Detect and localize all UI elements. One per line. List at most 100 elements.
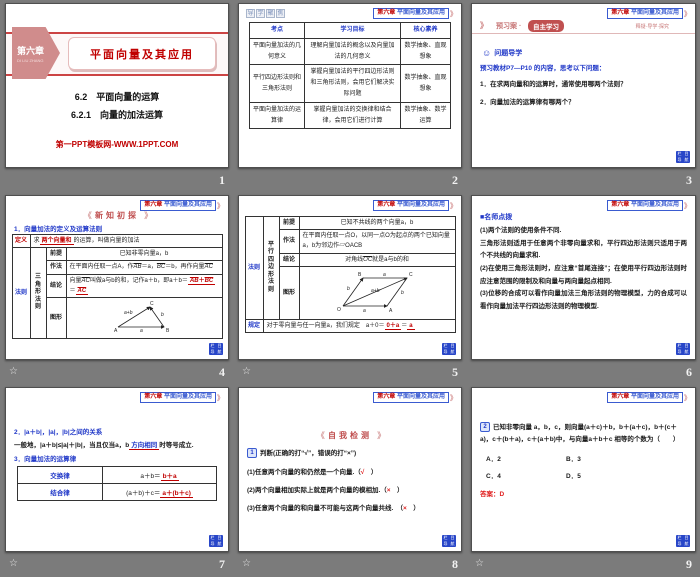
cell-footer: ☆ 6: [471, 360, 696, 384]
slide-thumbnail-3[interactable]: 第六章 平面向量及其应用 》 》 预习案 · 自主学习 释疑·导学·探究 ☺ 问…: [471, 3, 696, 168]
cell-footer: ☆ 8: [238, 552, 462, 576]
template-credit: 第一PPT模板网-WWW.1PPT.COM: [55, 140, 179, 149]
tips-line: (3)位移的合成可以看作向量加法三角形法则的物理模型，力的合成可以看作向量加法平…: [480, 290, 687, 311]
chapter-badge: 第六章 平面向量及其应用: [140, 200, 216, 211]
col-header: 核心素养: [399, 22, 452, 39]
tag-char: 焦: [276, 9, 285, 18]
cell: 平面向量加法的运算律: [248, 101, 306, 130]
col-header: 学习目标: [304, 22, 401, 39]
text: (2)两个向量相加实际上就是两个向量的模相加.（: [247, 487, 387, 495]
nav-char: 导: [210, 349, 215, 354]
vector: BC: [204, 277, 214, 284]
section-tagline: 释疑·导学·探究: [635, 24, 669, 30]
chapter-badge-chapter: 第六章: [377, 202, 396, 208]
text: 对角线: [345, 256, 364, 263]
cell: 已知不共线的两个向量a，b: [298, 215, 456, 231]
slide-thumbnail-1[interactable]: 第六章 DI LIU ZHANG 平面向量及其应用 6.2 平面向量的运算 6.…: [5, 3, 229, 168]
question-stem: 2 已知非零向量 a，b，c，则向量(a＋c)＋b，b＋(a＋c)，b＋(c＋a)…: [480, 422, 687, 447]
slide-number: 5: [452, 364, 458, 379]
rule-table: 法则 平行四边形法则 前提 已知不共线的两个向量a，b 作法 在平面内任取一点O…: [244, 215, 456, 334]
chapter-badge-title: 平面向量及其应用: [163, 202, 212, 208]
judge-item: (2)两个向量相加实际上就是两个向量的模相加.（× ）: [247, 484, 453, 494]
slide-thumbnail-5[interactable]: 第六章 平面向量及其应用 》 法则 平行四边形法则 前提 已知不共线的两个向量a…: [238, 195, 462, 360]
nav-char: 导: [677, 349, 682, 354]
tips-line: 三角形法则适用于任意两个非零向量求和，平行四边形法则只适用于两个不共线的向量求和…: [480, 239, 687, 260]
transition-star-icon: ☆: [242, 366, 251, 377]
edge-label: a: [383, 272, 386, 278]
judge-lead: 1 判断(正确的打“√”，错误的打“×”): [247, 447, 453, 459]
text: 已知非零向量 a，b，c，则向量(a＋c)＋b，b＋(a＋c)，b＋(c＋a)，…: [480, 424, 680, 444]
cell: 已知非零向量a，b: [65, 247, 223, 262]
cell: 掌握向量加法的交换律和结合律，会用它们进行计算: [304, 101, 401, 130]
nav-badge: 栏 目 导 航: [209, 343, 223, 355]
cell: 数学抽象、直观想象: [399, 64, 452, 103]
sorter-cell-3: 第六章 平面向量及其应用 》 》 预习案 · 自主学习 释疑·导学·探究 ☺ 问…: [466, 0, 700, 192]
slide-number: 2: [452, 172, 458, 187]
deco-chevron-right: 》: [144, 211, 152, 220]
chevron-icon: 》: [450, 395, 457, 402]
vector: OC: [363, 256, 373, 263]
section-header: 》 预习案 · 自主学习 释疑·导学·探究: [472, 18, 695, 34]
judge-item: (1)任意两个向量的和仍然是一个向量.（√ ）: [247, 466, 453, 476]
edge-label: b: [347, 286, 350, 292]
nav-char: 航: [450, 541, 455, 546]
chapter-badge-chapter: 第六章: [377, 10, 396, 16]
chevron-icon: 》: [450, 11, 457, 18]
vertex-label: O: [337, 307, 341, 313]
slide-thumbnail-9[interactable]: 第六章 平面向量及其应用 》 2 已知非零向量 a，b，c，则向量(a＋c)＋b，…: [471, 387, 696, 552]
slide-number: 9: [686, 556, 692, 571]
option-a: A．2: [486, 455, 501, 463]
nav-char: 航: [684, 541, 689, 546]
definition-table: 定义 求两个向量和 的运算，叫做向量的加法 法则 三角形法则 前提 已知非零向量a…: [11, 233, 223, 340]
slide-thumbnail-2[interactable]: 第六章 平面向量及其应用 》 导 学 聚 焦 考点 学习目标 核心素养 平面向量…: [238, 3, 462, 168]
cell-footer: ☆ 1: [5, 168, 229, 192]
chevron-icon: 》: [480, 21, 488, 30]
section-label: 预习案 ·: [496, 23, 522, 30]
transition-star-icon: ☆: [9, 558, 18, 569]
sub-label: 前提: [278, 215, 300, 231]
cell: 求两个向量和 的运算，叫做向量的加法: [29, 233, 223, 249]
answer-label: 答案：: [480, 490, 500, 498]
vector: AC: [81, 277, 90, 284]
preview-lead: 预习教材P7—P10 的内容，思考以下问题：: [480, 65, 606, 72]
section-badge: 《 新知初探 》: [6, 210, 228, 221]
cell-footer: ☆ 5: [238, 360, 462, 384]
topic-heading: 3．向量加法的运算律: [14, 456, 77, 463]
tag-char: 导: [246, 9, 255, 18]
slide-number: 4: [219, 364, 225, 379]
sorter-cell-6: 第六章 平面向量及其应用 》 ■名师点拨 (1)两个法则的使用条件不同. 三角形…: [466, 192, 700, 384]
nav-char: 航: [450, 349, 455, 354]
slide-thumbnail-6[interactable]: 第六章 平面向量及其应用 》 ■名师点拨 (1)两个法则的使用条件不同. 三角形…: [471, 195, 696, 360]
cell: 掌握向量加法的平行四边形法则和三角形法则，会用它们解决实际问题: [304, 64, 401, 103]
text: 的运算，叫做向量的加法: [73, 238, 140, 244]
text: (1)任意两个向量的和仍然是一个向量.（: [247, 469, 361, 477]
parallelogram-figure: O A B C a b a+b a b: [337, 272, 413, 314]
figure-cell: A B C a b a+b: [65, 296, 223, 340]
cell: 数学抽象、直观想象: [399, 37, 452, 66]
nav-badge: 栏 目 导 航: [442, 343, 456, 355]
tag-char: 聚: [266, 9, 275, 18]
judge-item: (3)任意两个向量的和向量不可能与这两个向量共线. （× ）: [247, 502, 453, 512]
text: a＋b＝: [140, 473, 161, 480]
slide-number: 3: [686, 172, 692, 187]
slide-thumbnail-7[interactable]: 第六章 平面向量及其应用 》 2．|a＋b|，|a|，|b|之间的关系 一般地，…: [5, 387, 229, 552]
chapter-badge-chapter: 第六章: [144, 202, 163, 208]
topic-heading: 2．|a＋b|，|a|，|b|之间的关系: [14, 429, 103, 436]
slide-number: 7: [219, 556, 225, 571]
cell: (a＋b)＋c＝ a＋(b＋c): [102, 483, 217, 501]
nav-badge: 栏 目 导 航: [442, 535, 456, 547]
chapter-badge: 第六章 平面向量及其应用: [607, 200, 683, 211]
triangle-figure: A B C a b a+b: [114, 301, 170, 334]
vertex-label: B: [358, 272, 362, 278]
slide-number: 1: [219, 172, 225, 187]
chapter-badge-title: 平面向量及其应用: [396, 394, 445, 400]
slide-thumbnail-4[interactable]: 第六章 平面向量及其应用 》 《 新知初探 》 1．向量加法的定义及运算法则 定…: [5, 195, 229, 360]
table-row: 平面向量加法的几何意义 理解向量加法的概念以及向量加法的几何意义 数学抽象、直观…: [248, 37, 452, 66]
method-name: 平行四边形法则: [262, 216, 280, 320]
answer-blank: b＋a: [160, 473, 179, 481]
text: 在平面内任取一点A，作: [69, 264, 134, 271]
slide-7-content: 2．|a＋b|，|a|，|b|之间的关系 一般地，|a＋b|≤|a|＋|b|，当…: [6, 426, 228, 501]
cell: 数学抽象、数学运算: [399, 101, 452, 130]
slide-thumbnail-8[interactable]: 第六章 平面向量及其应用 》 《 自我检测 》 1 判断(正确的打“√”，错误的打…: [238, 387, 462, 552]
tag-char: 学: [256, 9, 265, 18]
